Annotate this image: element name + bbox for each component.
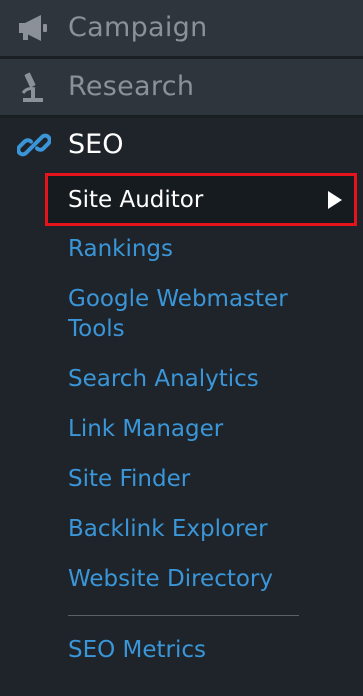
- submenu-item-website-directory[interactable]: Website Directory: [68, 564, 273, 594]
- menu-item-research[interactable]: Research: [0, 59, 363, 115]
- submenu-item-label: Site Auditor: [68, 187, 204, 213]
- submenu-item-search-analytics[interactable]: Search Analytics: [68, 364, 259, 394]
- menu-item-label: Campaign: [68, 12, 208, 43]
- menu-item-label: Research: [68, 71, 195, 102]
- submenu-item-site-auditor[interactable]: Site Auditor: [45, 173, 357, 226]
- arrow-right-icon: [328, 191, 342, 209]
- submenu-item-link-manager[interactable]: Link Manager: [68, 414, 223, 444]
- submenu-item-rankings[interactable]: Rankings: [68, 234, 173, 264]
- link-icon: [16, 128, 52, 162]
- microscope-icon: [15, 71, 51, 103]
- sidebar-menu: Campaign Research SEO Site Auditor Ranki…: [0, 0, 363, 696]
- submenu-item-seo-metrics[interactable]: SEO Metrics: [68, 635, 206, 665]
- submenu-divider: [68, 615, 299, 616]
- submenu-item-site-finder[interactable]: Site Finder: [68, 464, 190, 494]
- menu-item-seo[interactable]: SEO: [0, 118, 363, 172]
- submenu-item-google-webmaster-tools-line2[interactable]: Tools: [68, 314, 125, 344]
- megaphone-icon: [15, 12, 51, 44]
- menu-item-campaign[interactable]: Campaign: [0, 0, 363, 56]
- submenu-item-google-webmaster-tools[interactable]: Google Webmaster: [68, 284, 288, 314]
- submenu-item-backlink-explorer[interactable]: Backlink Explorer: [68, 514, 268, 544]
- menu-section-title: SEO: [68, 129, 124, 160]
